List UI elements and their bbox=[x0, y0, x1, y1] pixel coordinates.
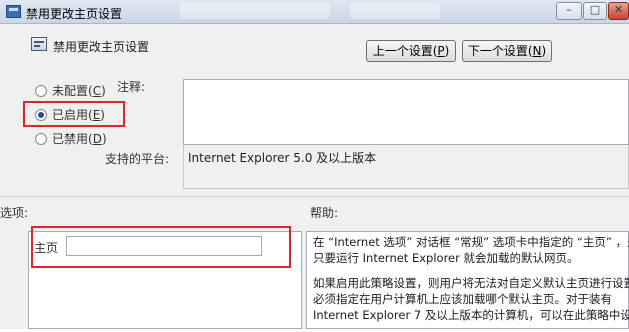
help-line: 只要运行 Internet Explorer 就会加载的默认网页。 bbox=[313, 251, 579, 265]
platform-value: Internet Explorer 5.0 及以上版本 bbox=[188, 151, 377, 165]
radio-label-end: ) bbox=[101, 132, 107, 146]
maximize-button[interactable]: □ bbox=[583, 2, 607, 20]
next-label-end: ) bbox=[541, 44, 547, 58]
help-line: Internet Explorer 7 及以上版本的计算机，可以在此策略中设置 bbox=[313, 308, 629, 322]
radio-label: 未配置( bbox=[52, 84, 93, 98]
policy-app-icon bbox=[6, 5, 21, 18]
help-text: 在 “Internet 选项” 对话框 “常规” 选项卡中指定的 “主页” ，是… bbox=[313, 234, 629, 332]
help-line: 如果启用此策略设置，则用户将无法对自定义默认主页进行设置。 bbox=[313, 276, 629, 290]
blurred-background bbox=[180, 3, 330, 19]
radio-label-end: ) bbox=[101, 84, 106, 98]
policy-dialog: 禁用更改主页设置 上一个设置(P) 下一个设置(N) 未配置(C) 已启用(E)… bbox=[0, 24, 629, 329]
prev-label: 上一个设置( bbox=[372, 44, 438, 58]
policy-setting-icon bbox=[31, 37, 47, 51]
comment-textarea[interactable] bbox=[183, 79, 629, 145]
highlight-box-home bbox=[31, 226, 291, 268]
divider bbox=[0, 196, 629, 197]
highlight-box-enabled bbox=[23, 101, 125, 127]
radio-button-icon[interactable] bbox=[35, 133, 47, 145]
next-label: 下一个设置( bbox=[467, 44, 533, 58]
help-paragraph: 在 “Internet 选项” 对话框 “常规” 选项卡中指定的 “主页” ，是… bbox=[313, 234, 629, 266]
prev-accelerator: P bbox=[437, 44, 445, 58]
radio-accelerator: C bbox=[92, 84, 102, 98]
help-paragraph: 如果启用此策略设置，则用户将无法对自定义默认主页进行设置。 必须指定在用户计算机… bbox=[313, 275, 629, 323]
prev-label-end: ) bbox=[444, 44, 450, 58]
platform-label: 支持的平台: bbox=[105, 152, 170, 166]
radio-button-icon[interactable] bbox=[35, 85, 47, 97]
minimize-button[interactable]: – bbox=[556, 2, 582, 20]
platform-field: Internet Explorer 5.0 及以上版本 bbox=[183, 145, 629, 189]
previous-setting-button[interactable]: 上一个设置(P) bbox=[366, 40, 456, 62]
blurred-background bbox=[350, 3, 440, 19]
radio-not-configured[interactable]: 未配置(C) bbox=[35, 82, 106, 99]
setting-title: 禁用更改主页设置 bbox=[53, 40, 150, 54]
radio-disabled[interactable]: 已禁用(D) bbox=[35, 130, 107, 147]
title-bar: 禁用更改主页设置 – □ ✕ bbox=[0, 0, 629, 24]
help-line: 在 “Internet 选项” 对话框 “常规” 选项卡中指定的 “主页” ，是 bbox=[313, 235, 629, 249]
next-setting-button[interactable]: 下一个设置(N) bbox=[462, 40, 552, 62]
help-label: 帮助: bbox=[310, 206, 339, 220]
radio-accelerator: D bbox=[92, 132, 102, 146]
window-title: 禁用更改主页设置 bbox=[26, 7, 123, 21]
radio-label: 已禁用( bbox=[52, 132, 93, 146]
close-button[interactable]: ✕ bbox=[608, 2, 629, 20]
options-label: 选项: bbox=[0, 206, 29, 220]
help-line: 必须指定在用户计算机上应该加载哪个默认主页。对于装有 bbox=[313, 292, 612, 306]
comment-label: 注释: bbox=[117, 80, 146, 94]
